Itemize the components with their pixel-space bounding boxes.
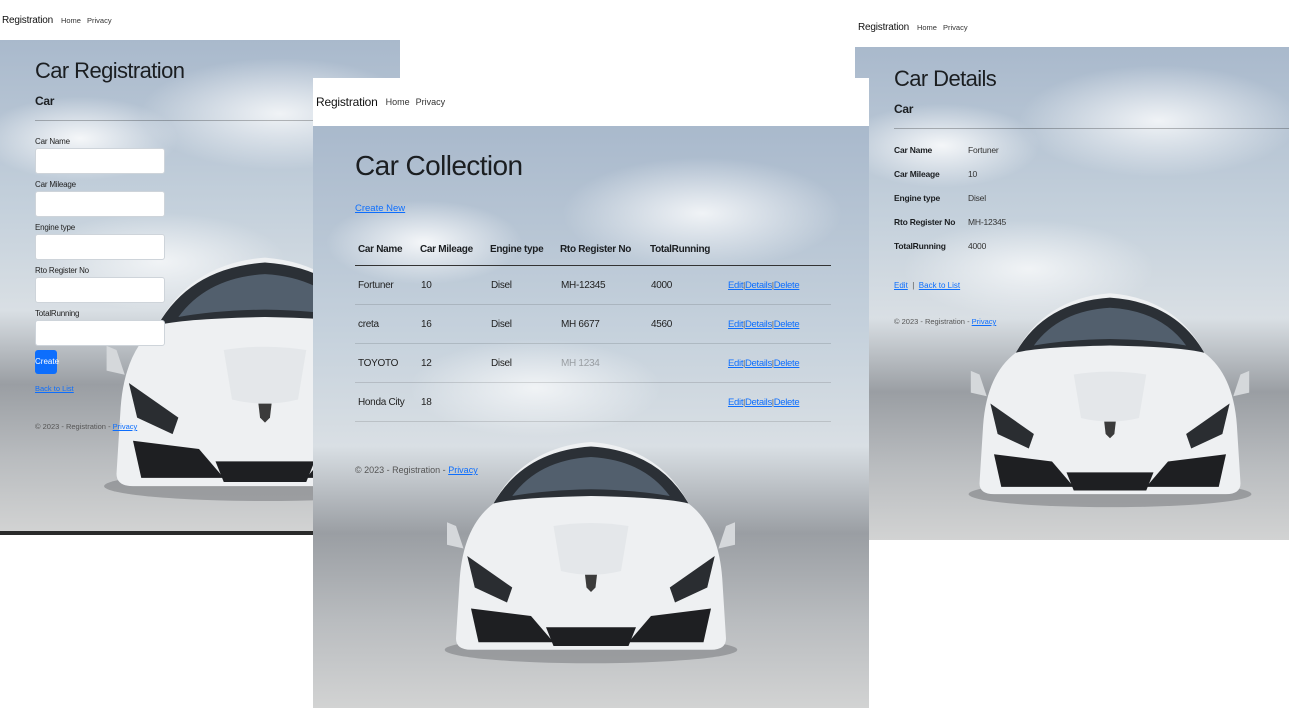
create-new-link[interactable]: Create New [355, 203, 405, 214]
delete-link[interactable]: Delete [774, 397, 800, 408]
detail-label: Engine type [894, 193, 940, 203]
detail-value: 10 [968, 169, 978, 179]
footer-text: © 2023 - Registration - [35, 422, 113, 431]
nav-brand[interactable]: Registration [2, 15, 53, 26]
footer-privacy-link[interactable]: Privacy [113, 422, 138, 431]
detail-label: Car Mileage [894, 169, 940, 179]
footer-text: © 2023 - Registration - [355, 465, 449, 475]
cell-engine [490, 383, 560, 422]
page-title: Car Collection [355, 150, 523, 181]
details-list: Car Name Fortuner Car Mileage 10 Engine … [894, 145, 1289, 251]
cell-actions: Edit|Details|Delete [727, 305, 831, 344]
column-header: TotalRunning [650, 244, 711, 255]
car-table: Car Name Car Mileage Engine type Rto Reg… [355, 234, 831, 422]
cell-mileage: 12 [421, 357, 432, 369]
footer-privacy-link[interactable]: Privacy [448, 465, 478, 475]
cell-mileage: 18 [421, 396, 432, 408]
cell-mileage: 10 [421, 279, 432, 291]
nav-brand[interactable]: Registration [858, 22, 909, 33]
details-window: Registration Home Privacy Car Details Ca… [855, 0, 1297, 545]
cell-running: 4560 [651, 318, 673, 330]
detail-value: Fortuner [968, 145, 999, 155]
nav-home[interactable]: Home [917, 23, 937, 32]
cell-rto: MH 6677 [561, 318, 600, 330]
cell-rto: MH-12345 [561, 279, 606, 291]
footer-text: © 2023 - Registration - [894, 317, 972, 326]
rto-register-input[interactable] [35, 277, 165, 303]
column-header-actions [727, 234, 831, 266]
details-link[interactable]: Details [745, 358, 772, 369]
cell-engine: Disel [491, 318, 512, 330]
detail-value: 4000 [968, 241, 987, 251]
nav-brand[interactable]: Registration [316, 95, 378, 109]
link-separator: | [912, 281, 915, 290]
car-name-input[interactable] [35, 148, 165, 174]
nav-privacy[interactable]: Privacy [416, 97, 446, 107]
details-link[interactable]: Details [745, 280, 772, 291]
table-row: TOYOTO 12 Disel MH 1234 Edit|Details|Del… [355, 344, 831, 383]
cell-actions: Edit|Details|Delete [727, 266, 831, 305]
edit-link[interactable]: Edit [728, 319, 743, 330]
delete-link[interactable]: Delete [774, 280, 800, 291]
column-header: Rto Register No [560, 244, 632, 255]
edit-link[interactable]: Edit [728, 397, 743, 408]
table-row: Honda City 18 Edit|Details|Delete [355, 383, 831, 422]
nav-home[interactable]: Home [61, 16, 81, 25]
column-header: Car Mileage [420, 244, 473, 255]
navbar: Registration Home Privacy [0, 0, 400, 40]
cell-car-name: creta [358, 318, 379, 330]
navbar: Registration Home Privacy [313, 78, 869, 126]
cell-running [650, 344, 727, 383]
detail-label: TotalRunning [894, 241, 946, 251]
detail-label: Car Name [894, 145, 933, 155]
table-row: Fortuner 10 Disel MH-12345 4000 Edit|Det… [355, 266, 831, 305]
cell-car-name: Honda City [358, 396, 405, 408]
edit-link[interactable]: Edit [728, 358, 743, 369]
delete-link[interactable]: Delete [774, 358, 800, 369]
create-button[interactable]: Create [35, 350, 59, 374]
back-to-list-link[interactable]: Back to List [919, 281, 960, 290]
cell-car-name: TOYOTO [358, 357, 399, 369]
cell-engine: Disel [491, 357, 512, 369]
engine-type-input[interactable] [35, 234, 165, 260]
page-subtitle: Car [894, 102, 914, 116]
nav-privacy[interactable]: Privacy [87, 16, 112, 25]
cell-car-name: Fortuner [358, 279, 394, 291]
column-header: Car Name [358, 244, 403, 255]
cell-rto: MH 1234 [561, 357, 600, 369]
footer: © 2023 - Registration - Privacy [355, 460, 833, 478]
delete-link[interactable]: Delete [774, 319, 800, 330]
cell-running [650, 383, 727, 422]
page-title: Car Details [894, 66, 997, 91]
detail-value: Disel [968, 193, 986, 203]
cell-rto [560, 383, 650, 422]
detail-label: Rto Register No [894, 217, 956, 227]
cell-mileage: 16 [421, 318, 432, 330]
navbar: Registration Home Privacy [855, 8, 1297, 46]
table-row: creta 16 Disel MH 6677 4560 Edit|Details… [355, 305, 831, 344]
nav-privacy[interactable]: Privacy [943, 23, 968, 32]
cell-running: 4000 [651, 279, 673, 291]
edit-link[interactable]: Edit [728, 280, 743, 291]
footer-privacy-link[interactable]: Privacy [972, 317, 997, 326]
details-link[interactable]: Details [745, 319, 772, 330]
details-link[interactable]: Details [745, 397, 772, 408]
footer: © 2023 - Registration - Privacy [894, 311, 1289, 329]
cell-engine: Disel [491, 279, 512, 291]
nav-home[interactable]: Home [386, 97, 410, 107]
edit-link[interactable]: Edit [894, 281, 908, 290]
cell-actions: Edit|Details|Delete [727, 383, 831, 422]
total-running-input[interactable] [35, 320, 165, 346]
car-mileage-input[interactable] [35, 191, 165, 217]
back-to-list-link[interactable]: Back to List [35, 384, 74, 393]
collection-window: Registration Home Privacy Car Collection… [313, 78, 869, 708]
cell-actions: Edit|Details|Delete [727, 344, 831, 383]
column-header: Engine type [490, 244, 544, 255]
detail-value: MH-12345 [968, 217, 1007, 227]
